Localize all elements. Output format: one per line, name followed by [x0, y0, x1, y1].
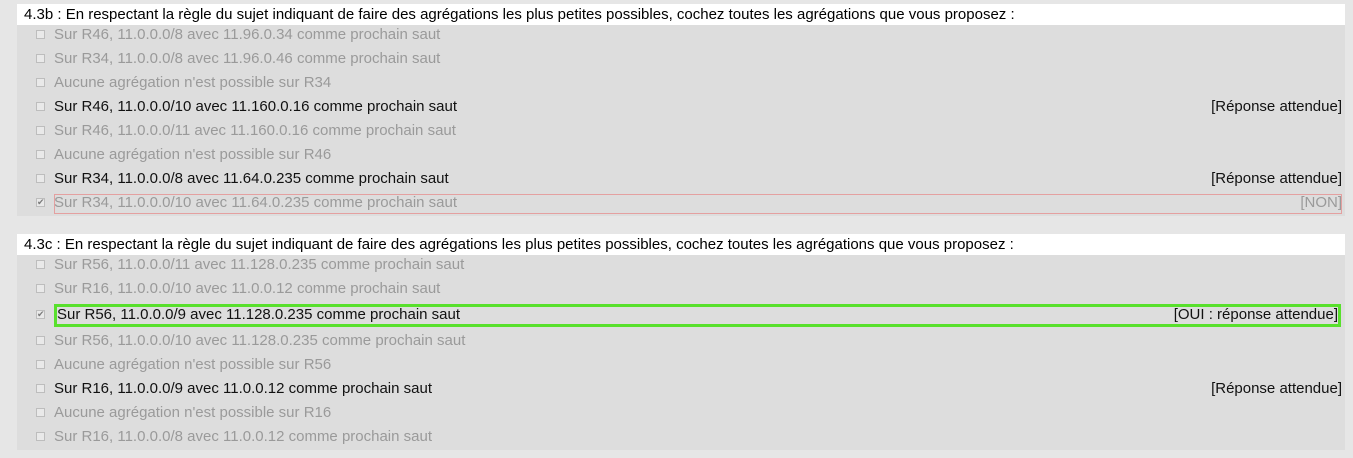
option-label: Sur R34, 11.0.0.0/8 avec 11.64.0.235 com…	[54, 170, 449, 187]
checkbox[interactable]	[36, 102, 45, 111]
option-label: Sur R46, 11.0.0.0/11 avec 11.160.0.16 co…	[54, 122, 456, 139]
checkbox[interactable]	[36, 174, 45, 183]
checkbox-checked[interactable]: ✔	[36, 310, 45, 319]
option-row[interactable]: Sur R56, 11.0.0.0/10 avec 11.128.0.235 c…	[17, 329, 1345, 353]
checkbox[interactable]	[36, 336, 45, 345]
option-label: Sur R16, 11.0.0.0/10 avec 11.0.0.12 comm…	[54, 280, 441, 297]
checkbox[interactable]	[36, 30, 45, 39]
option-label: Aucune agrégation n'est possible sur R56	[54, 356, 332, 373]
checkbox[interactable]	[36, 360, 45, 369]
option-label: Aucune agrégation n'est possible sur R16	[54, 404, 332, 421]
option-label: Sur R56, 11.0.0.0/9 avec 11.128.0.235 co…	[57, 306, 461, 323]
checkbox[interactable]	[36, 432, 45, 441]
option-row[interactable]: Aucune agrégation n'est possible sur R16	[17, 401, 1345, 425]
option-row[interactable]: Sur R46, 11.0.0.0/10 avec 11.160.0.16 co…	[17, 95, 1345, 119]
option-label: Sur R46, 11.0.0.0/10 avec 11.160.0.16 co…	[54, 98, 458, 115]
option-row[interactable]: Sur R16, 11.0.0.0/9 avec 11.0.0.12 comme…	[17, 377, 1345, 401]
checkbox[interactable]	[36, 260, 45, 269]
question-title-4-3b: 4.3b : En respectant la règle du sujet i…	[17, 4, 1345, 25]
option-label: Sur R16, 11.0.0.0/9 avec 11.0.0.12 comme…	[54, 380, 433, 397]
option-label: Sur R46, 11.0.0.0/8 avec 11.96.0.34 comm…	[54, 26, 441, 43]
option-label: Sur R56, 11.0.0.0/10 avec 11.128.0.235 c…	[54, 332, 466, 349]
option-label: Sur R16, 11.0.0.0/8 avec 11.0.0.12 comme…	[54, 428, 433, 445]
option-label: Sur R34, 11.0.0.0/8 avec 11.96.0.46 comm…	[54, 50, 441, 67]
checkbox[interactable]	[36, 284, 45, 293]
checkbox[interactable]	[36, 78, 45, 87]
option-label: Aucune agrégation n'est possible sur R34	[54, 74, 332, 91]
option-row[interactable]: Sur R16, 11.0.0.0/10 avec 11.0.0.12 comm…	[17, 277, 1345, 301]
result-tag-oui: [OUI : réponse attendue]	[1173, 306, 1338, 323]
option-label: Aucune agrégation n'est possible sur R46	[54, 146, 332, 163]
expected-answer-tag: [Réponse attendue]	[1211, 98, 1342, 115]
option-row[interactable]: Sur R56, 11.0.0.0/11 avec 11.128.0.235 c…	[17, 253, 1345, 277]
option-row[interactable]: ✔ Sur R34, 11.0.0.0/10 avec 11.64.0.235 …	[17, 191, 1345, 215]
checkbox[interactable]	[36, 54, 45, 63]
question-title-4-3c: 4.3c : En respectant la règle du sujet i…	[17, 234, 1345, 255]
option-row[interactable]: Aucune agrégation n'est possible sur R34	[17, 71, 1345, 95]
expected-answer-tag: [Réponse attendue]	[1211, 380, 1342, 397]
expected-answer-tag: [Réponse attendue]	[1211, 170, 1342, 187]
option-label: Sur R34, 11.0.0.0/10 avec 11.64.0.235 co…	[54, 194, 458, 211]
option-row[interactable]: Sur R46, 11.0.0.0/11 avec 11.160.0.16 co…	[17, 119, 1345, 143]
checkbox[interactable]	[36, 408, 45, 417]
option-row[interactable]: Aucune agrégation n'est possible sur R56	[17, 353, 1345, 377]
checkbox[interactable]	[36, 150, 45, 159]
checkbox-checked[interactable]: ✔	[36, 198, 45, 207]
option-row[interactable]: Sur R16, 11.0.0.0/8 avec 11.0.0.12 comme…	[17, 425, 1345, 449]
result-tag-non: [NON]	[1300, 194, 1342, 211]
option-row[interactable]: ✔ Sur R56, 11.0.0.0/9 avec 11.128.0.235 …	[17, 303, 1345, 327]
option-row[interactable]: Sur R34, 11.0.0.0/8 avec 11.96.0.46 comm…	[17, 47, 1345, 71]
option-row[interactable]: Sur R34, 11.0.0.0/8 avec 11.64.0.235 com…	[17, 167, 1345, 191]
option-row[interactable]: Sur R46, 11.0.0.0/8 avec 11.96.0.34 comm…	[17, 23, 1345, 47]
checkbox[interactable]	[36, 126, 45, 135]
option-label: Sur R56, 11.0.0.0/11 avec 11.128.0.235 c…	[54, 256, 465, 273]
option-row[interactable]: Aucune agrégation n'est possible sur R46	[17, 143, 1345, 167]
checkbox[interactable]	[36, 384, 45, 393]
